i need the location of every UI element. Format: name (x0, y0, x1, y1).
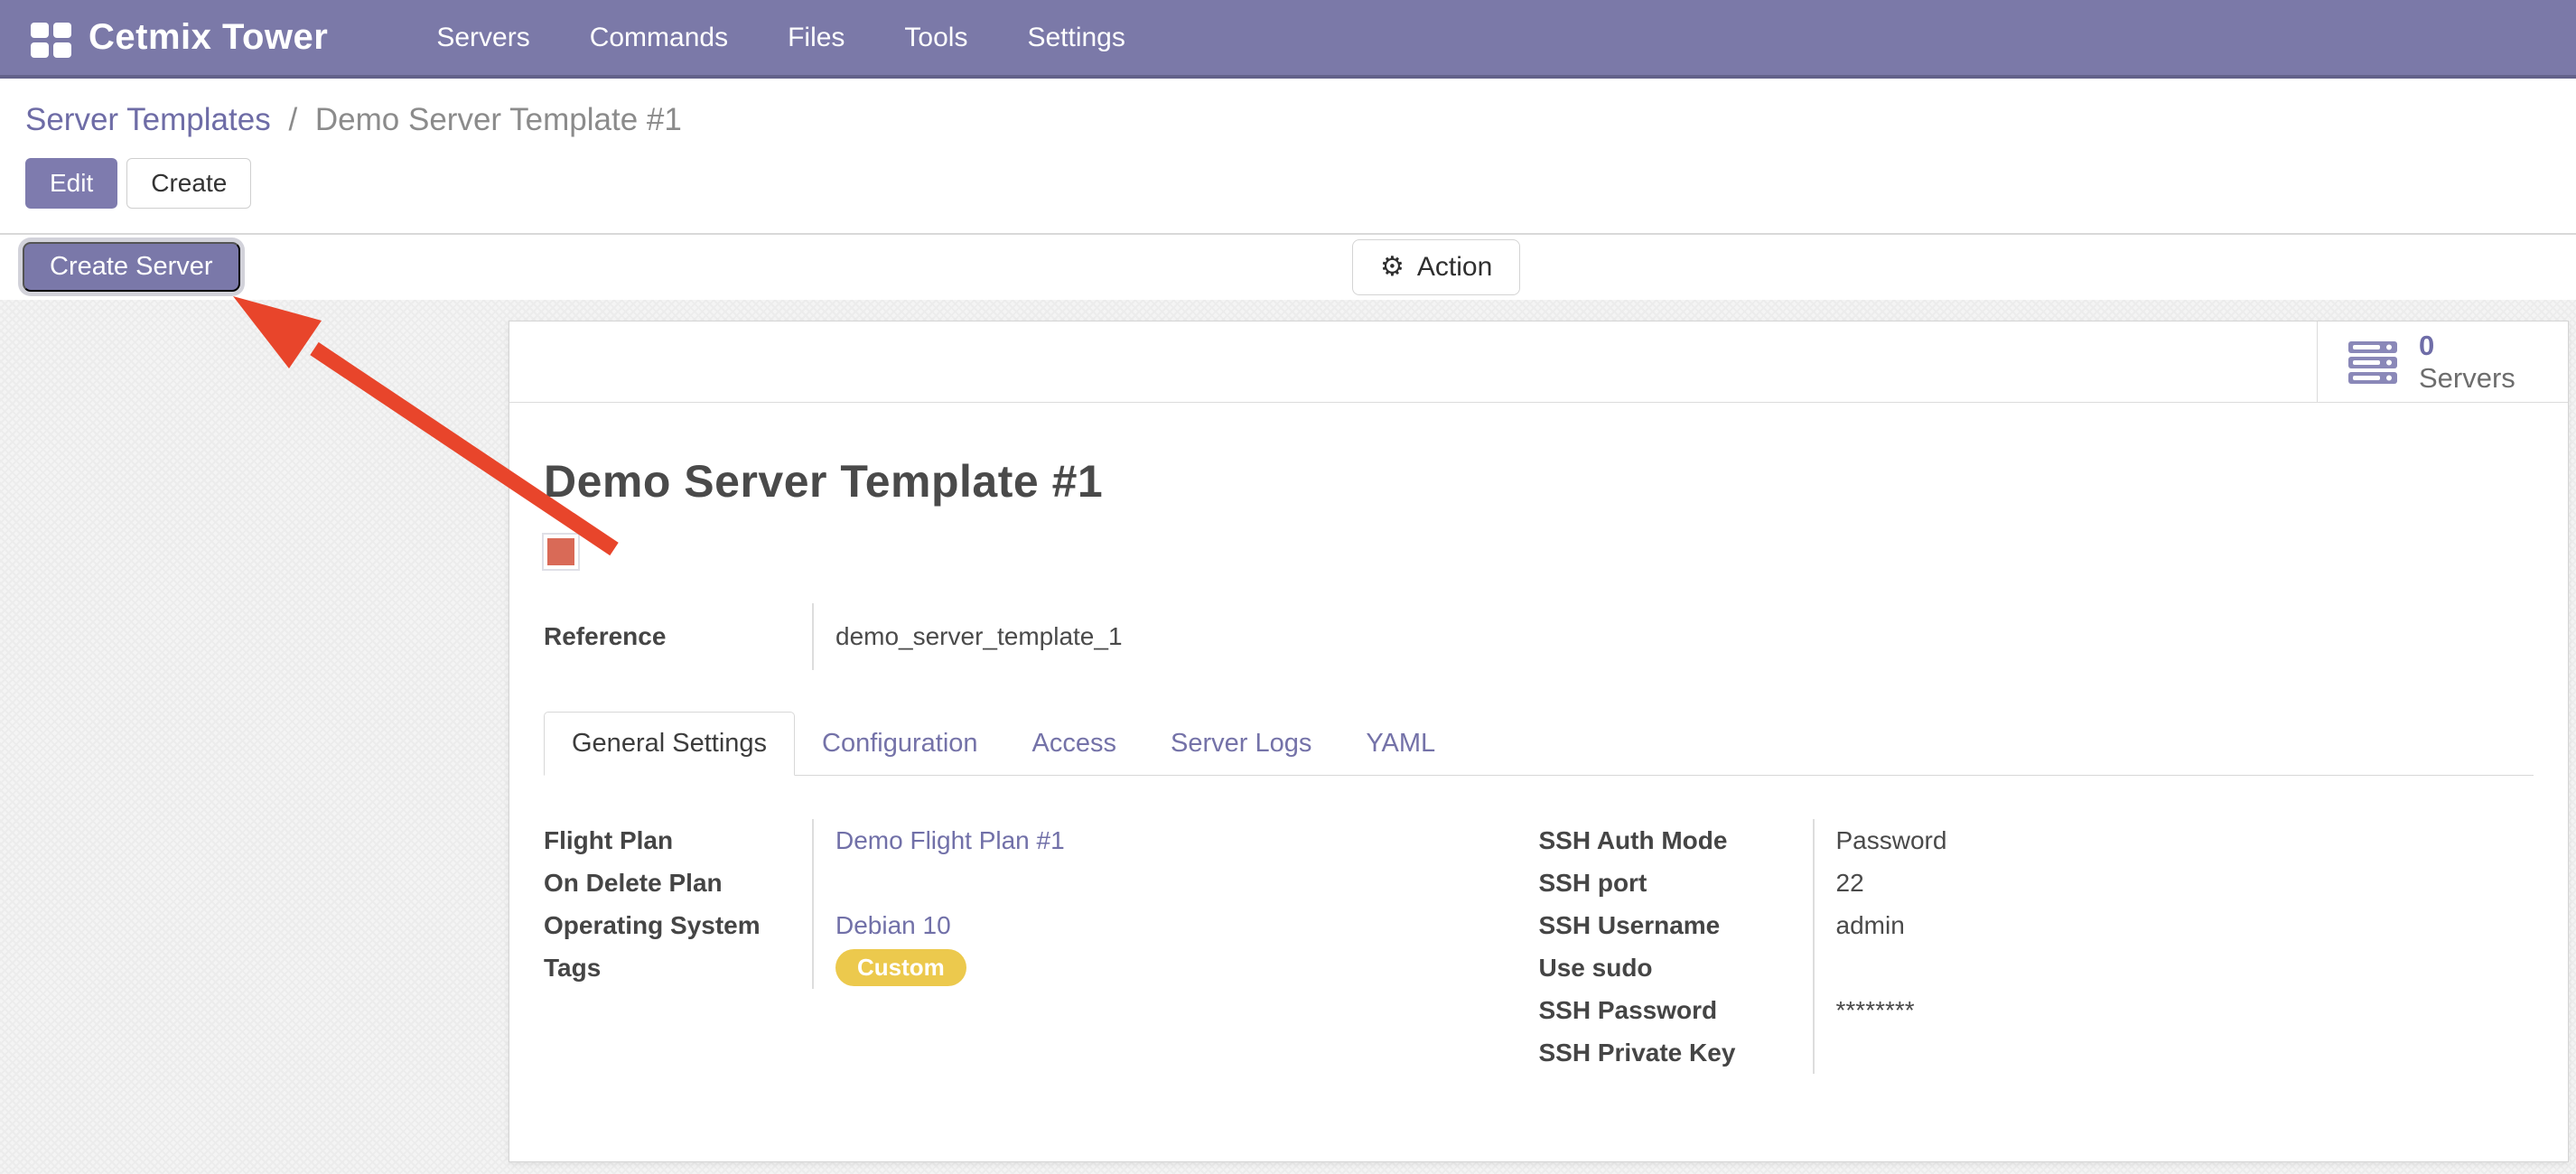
field-group-right: SSH Auth Mode Password SSH port 22 SSH U… (1539, 819, 2534, 1074)
control-panel: Server Templates / Demo Server Template … (0, 79, 2576, 235)
stat-button-strip: 0 Servers (509, 321, 2568, 403)
ssh-auth-mode-value: Password (1813, 819, 2534, 862)
edit-button[interactable]: Edit (25, 158, 117, 209)
flight-plan-label: Flight Plan (544, 819, 812, 862)
nav-item-servers[interactable]: Servers (436, 23, 529, 53)
tab-access[interactable]: Access (1005, 713, 1143, 775)
color-swatch[interactable] (544, 535, 578, 569)
reference-field-value: demo_server_template_1 (812, 603, 2534, 670)
apps-grid-square (31, 23, 49, 38)
tab-yaml[interactable]: YAML (1339, 713, 1462, 775)
on-delete-plan-label: On Delete Plan (544, 862, 812, 904)
ssh-password-label: SSH Password (1539, 989, 1813, 1031)
ssh-password-value: ******** (1813, 989, 2534, 1031)
form-sheet: Demo Server Template #1 Reference demo_s… (509, 403, 2568, 1074)
page: Cetmix Tower Servers Commands Files Tool… (0, 0, 2576, 1174)
action-button[interactable]: ⚙ Action (1352, 239, 1520, 295)
tab-server-logs[interactable]: Server Logs (1143, 713, 1339, 775)
reference-field-label: Reference (544, 603, 812, 670)
create-server-button[interactable]: Create Server (23, 242, 240, 292)
nav-item-tools[interactable]: Tools (904, 23, 967, 53)
servers-count: 0 (2419, 330, 2515, 362)
ssh-port-value: 22 (1813, 862, 2534, 904)
breadcrumb: Server Templates / Demo Server Template … (25, 102, 2576, 138)
ssh-username-label: SSH Username (1539, 904, 1813, 946)
ssh-private-key-value (1813, 1031, 2534, 1074)
nav-item-files[interactable]: Files (788, 23, 845, 53)
field-group-left: Flight Plan Demo Flight Plan #1 On Delet… (544, 819, 1539, 1074)
form-sheet-card: 0 Servers Demo Server Template #1 Refere… (509, 321, 2569, 1162)
ssh-auth-mode-label: SSH Auth Mode (1539, 819, 1813, 862)
notebook-tabs: General Settings Configuration Access Se… (544, 712, 2534, 776)
form-view-background: 0 Servers Demo Server Template #1 Refere… (0, 300, 2576, 1174)
general-settings-fields: Flight Plan Demo Flight Plan #1 On Delet… (544, 819, 2534, 1074)
tags-label: Tags (544, 946, 812, 989)
servers-stat-button[interactable]: 0 Servers (2317, 321, 2568, 402)
action-button-label: Action (1417, 252, 1492, 283)
control-panel-buttons: Edit Create (25, 158, 2576, 209)
apps-grid-square (31, 42, 49, 58)
top-navbar: Cetmix Tower Servers Commands Files Tool… (0, 0, 2576, 79)
on-delete-plan-value (812, 862, 1539, 904)
servers-count-label: Servers (2419, 362, 2515, 395)
breadcrumb-current: Demo Server Template #1 (315, 102, 682, 137)
create-button[interactable]: Create (126, 158, 251, 209)
operating-system-value-link[interactable]: Debian 10 (812, 904, 1539, 946)
apps-grid-square (53, 42, 71, 58)
tags-value: Custom (812, 946, 1539, 989)
operating-system-label: Operating System (544, 904, 812, 946)
use-sudo-label: Use sudo (1539, 946, 1813, 989)
header-button-strip: Create Server (0, 235, 2576, 300)
use-sudo-value (1813, 946, 2534, 989)
apps-grid-square (53, 23, 71, 38)
ssh-private-key-label: SSH Private Key (1539, 1031, 1813, 1074)
tab-configuration[interactable]: Configuration (795, 713, 1005, 775)
nav-item-settings[interactable]: Settings (1027, 23, 1125, 53)
navbar-menu: Servers Commands Files Tools Settings (436, 23, 1125, 53)
tag-badge-custom[interactable]: Custom (835, 949, 966, 986)
apps-grid-icon[interactable] (31, 23, 72, 59)
breadcrumb-separator: / (279, 102, 306, 137)
reference-field-row: Reference demo_server_template_1 (544, 603, 2534, 670)
server-rack-icon (2347, 336, 2399, 388)
gear-icon: ⚙ (1380, 254, 1405, 281)
app-brand-title: Cetmix Tower (89, 17, 328, 58)
breadcrumb-parent-link[interactable]: Server Templates (25, 102, 271, 137)
nav-item-commands[interactable]: Commands (590, 23, 728, 53)
tab-general-settings[interactable]: General Settings (544, 712, 795, 776)
record-title: Demo Server Template #1 (544, 455, 2534, 508)
flight-plan-value-link[interactable]: Demo Flight Plan #1 (812, 819, 1539, 862)
servers-stat-texts: 0 Servers (2419, 330, 2515, 394)
ssh-username-value: admin (1813, 904, 2534, 946)
ssh-port-label: SSH port (1539, 862, 1813, 904)
